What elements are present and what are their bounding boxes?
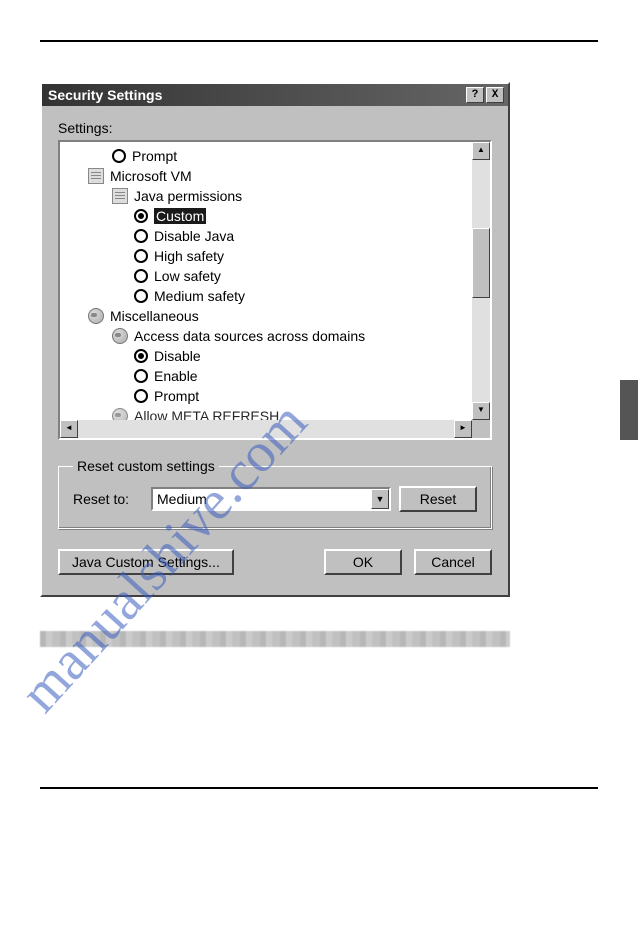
ok-button[interactable]: OK (324, 549, 402, 575)
close-button[interactable]: X (486, 87, 504, 103)
settings-label: Settings: (58, 120, 492, 136)
scroll-right-icon[interactable]: ► (454, 420, 472, 438)
option-low-safety[interactable]: Low safety (62, 266, 470, 286)
radio-icon (134, 369, 148, 383)
page-top-rule (40, 40, 598, 42)
scroll-thumb[interactable] (472, 228, 490, 298)
background-photo-sliver (40, 631, 510, 647)
option-medium-safety[interactable]: Medium safety (62, 286, 470, 306)
radio-icon (134, 249, 148, 263)
java-custom-settings-button[interactable]: Java Custom Settings... (58, 549, 234, 575)
globe-icon (112, 328, 128, 344)
page-bottom-rule (40, 787, 598, 789)
document-icon (88, 168, 104, 184)
chevron-down-icon[interactable]: ▼ (371, 489, 389, 509)
group-java-permissions[interactable]: Java permissions (62, 186, 470, 206)
radio-icon (134, 209, 148, 223)
globe-icon (88, 308, 104, 324)
option-custom[interactable]: Custom (62, 206, 470, 226)
vertical-scrollbar[interactable]: ▲ ▼ (472, 142, 490, 420)
option-enable[interactable]: Enable (62, 366, 470, 386)
radio-icon (134, 349, 148, 363)
radio-icon (112, 149, 126, 163)
help-button[interactable]: ? (466, 87, 484, 103)
horizontal-scrollbar[interactable]: ◄ ► (60, 420, 490, 438)
option-disable[interactable]: Disable (62, 346, 470, 366)
group-access-data-sources[interactable]: Access data sources across domains (62, 326, 470, 346)
group-microsoft-vm[interactable]: Microsoft VM (62, 166, 470, 186)
option-high-safety[interactable]: High safety (62, 246, 470, 266)
globe-icon (112, 408, 128, 420)
radio-icon (134, 229, 148, 243)
scroll-corner (472, 420, 490, 438)
option-disable-java[interactable]: Disable Java (62, 226, 470, 246)
reset-button[interactable]: Reset (399, 486, 477, 512)
scroll-up-icon[interactable]: ▲ (472, 142, 490, 160)
group-miscellaneous[interactable]: Miscellaneous (62, 306, 470, 326)
option-prompt-2[interactable]: Prompt (62, 386, 470, 406)
scroll-left-icon[interactable]: ◄ (60, 420, 78, 438)
group-allow-meta-refresh[interactable]: Allow META REFRESH (62, 406, 470, 420)
radio-icon (134, 389, 148, 403)
scroll-down-icon[interactable]: ▼ (472, 402, 490, 420)
option-prompt[interactable]: Prompt (62, 146, 470, 166)
radio-icon (134, 269, 148, 283)
page-edge-tab (620, 380, 638, 440)
settings-tree: Prompt Microsoft VM Java permissions Cus… (58, 140, 492, 440)
radio-icon (134, 289, 148, 303)
reset-to-combo[interactable]: Medium ▼ (151, 487, 391, 511)
security-settings-dialog: Security Settings ? X Settings: Prompt M… (40, 82, 510, 597)
reset-to-label: Reset to: (73, 491, 143, 507)
cancel-button[interactable]: Cancel (414, 549, 492, 575)
reset-legend: Reset custom settings (73, 458, 219, 474)
document-icon (112, 188, 128, 204)
dialog-title: Security Settings (48, 87, 464, 103)
titlebar[interactable]: Security Settings ? X (42, 84, 508, 106)
combo-value: Medium (153, 489, 371, 509)
reset-custom-settings-group: Reset custom settings Reset to: Medium ▼… (58, 458, 492, 529)
